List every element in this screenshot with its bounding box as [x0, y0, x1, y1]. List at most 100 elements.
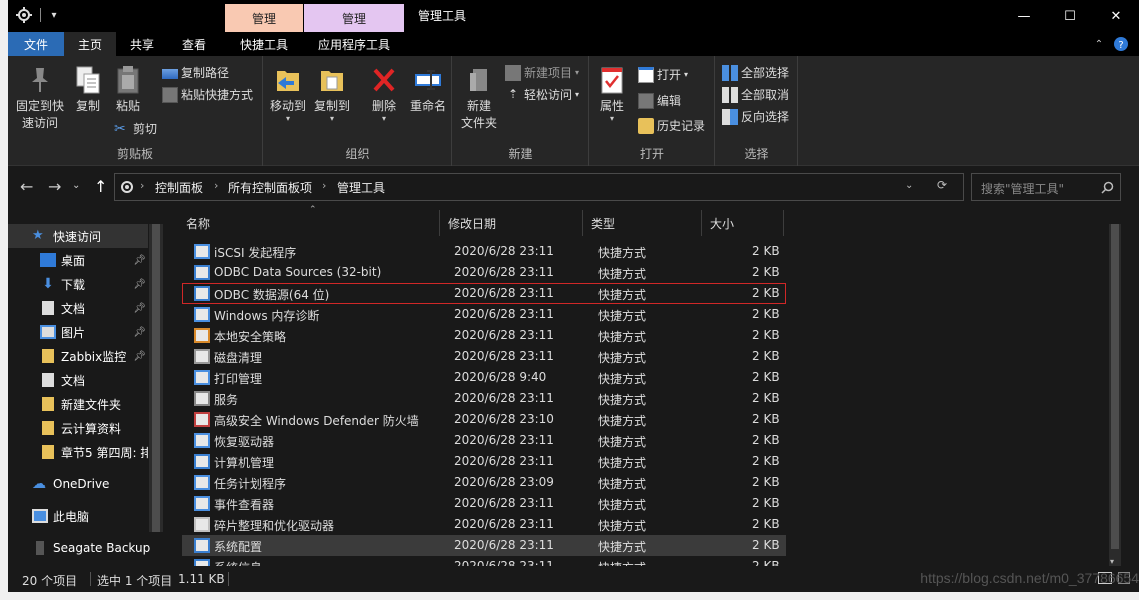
file-row[interactable]: Windows 内存诊断 2020/6/28 23:11 快捷方式 2 KB	[182, 304, 786, 325]
tab-share[interactable]: 共享	[116, 32, 168, 56]
scroll-down-icon[interactable]: ▾	[1110, 557, 1114, 566]
nav-onedrive[interactable]: ☁ OneDrive	[8, 472, 148, 496]
copy-button[interactable]: 复制	[70, 64, 106, 115]
file-row[interactable]: 恢复驱动器 2020/6/28 23:11 快捷方式 2 KB	[182, 430, 786, 451]
file-name: ODBC Data Sources (32-bit)	[214, 265, 382, 279]
paste-button[interactable]: 粘贴	[110, 64, 146, 115]
breadcrumb-control-panel[interactable]: 控制面板	[155, 179, 203, 196]
minimize-button[interactable]: —	[1001, 0, 1047, 32]
delete-button[interactable]: 删除 ▾	[366, 64, 402, 123]
rename-button[interactable]: 重命名	[408, 64, 448, 115]
copy-to-button[interactable]: 复制到 ▾	[312, 64, 352, 123]
file-size: 2 KB	[752, 517, 780, 531]
address-box[interactable]: › 控制面板 › 所有控制面板项 › 管理工具 ⌄ ⟳	[114, 173, 964, 201]
scissors-icon: ✂	[114, 120, 126, 137]
edit-button[interactable]: 编辑	[638, 92, 681, 109]
file-row[interactable]: 任务计划程序 2020/6/28 23:09 快捷方式 2 KB	[182, 472, 786, 493]
close-button[interactable]: ✕	[1093, 0, 1139, 32]
file-size: 2 KB	[752, 244, 780, 258]
properties-button[interactable]: 属性 ▾	[594, 64, 630, 123]
open-icon	[638, 66, 654, 83]
nav-item-cloud[interactable]: 云计算资料	[8, 416, 148, 440]
context-tab-manage-app[interactable]: 管理	[304, 4, 404, 32]
tab-home[interactable]: 主页	[64, 32, 116, 56]
breadcrumb-all-items[interactable]: 所有控制面板项	[228, 179, 312, 196]
collapse-ribbon-icon[interactable]: ⌃	[1088, 32, 1110, 56]
new-folder-button[interactable]: 新建 文件夹	[457, 64, 501, 132]
file-row[interactable]: iSCSI 发起程序 2020/6/28 23:11 快捷方式 2 KB	[182, 241, 786, 262]
qat-customize-icon[interactable]: ▾	[46, 6, 62, 24]
nav-item-zabbix[interactable]: Zabbix监控 📌︎	[8, 344, 148, 368]
pinned-icon: 📌︎	[133, 302, 146, 314]
history-button[interactable]: 历史记录	[638, 117, 705, 134]
tab-view[interactable]: 查看	[168, 32, 220, 56]
nav-scrollbar-thumb[interactable]	[152, 224, 160, 532]
tab-shortcut-tools[interactable]: 快捷工具	[225, 32, 303, 56]
nav-item-downloads[interactable]: ⬇ 下载 📌︎	[8, 272, 148, 296]
file-row[interactable]: 碎片整理和优化驱动器 2020/6/28 23:11 快捷方式 2 KB	[182, 514, 786, 535]
tab-file[interactable]: 文件	[8, 32, 64, 56]
column-header-type[interactable]: 类型	[583, 210, 702, 236]
nav-item-new-folder[interactable]: 新建文件夹	[8, 392, 148, 416]
easy-access-button[interactable]: ⇡ 轻松访问 ▾	[505, 86, 579, 103]
select-all-button[interactable]: 全部选择	[722, 64, 789, 81]
file-row[interactable]: ODBC 数据源(64 位) 2020/6/28 23:11 快捷方式 2 KB	[182, 283, 786, 304]
back-button[interactable]: ←	[20, 177, 33, 196]
maximize-button[interactable]: ☐	[1047, 0, 1093, 32]
shortcut-icon	[194, 496, 210, 511]
file-row[interactable]: 本地安全策略 2020/6/28 23:11 快捷方式 2 KB	[182, 325, 786, 346]
forward-button[interactable]: →	[48, 177, 61, 196]
nav-this-pc[interactable]: 此电脑	[8, 504, 148, 528]
cut-button[interactable]: ✂ 剪切	[114, 120, 157, 137]
file-row[interactable]: 系统配置 2020/6/28 23:11 快捷方式 2 KB	[182, 535, 786, 556]
up-button[interactable]: ↑	[94, 177, 107, 196]
nav-item-chapter5[interactable]: 章节5 第四周: 排	[8, 440, 148, 464]
column-header-size[interactable]: 大小	[702, 210, 784, 236]
refresh-icon[interactable]: ⟳	[937, 178, 947, 192]
file-row[interactable]: 高级安全 Windows Defender 防火墙 2020/6/28 23:10…	[182, 409, 786, 430]
nav-quick-access[interactable]: ★ 快速访问	[8, 224, 148, 248]
breadcrumb-admin-tools[interactable]: 管理工具	[337, 179, 385, 196]
file-row[interactable]: 打印管理 2020/6/28 9:40 快捷方式 2 KB	[182, 367, 786, 388]
nav-item-desktop[interactable]: 桌面 📌︎	[8, 248, 148, 272]
invert-selection-button[interactable]: 反向选择	[722, 108, 789, 125]
file-list-scrollbar[interactable]: ▾	[1109, 224, 1121, 566]
pin-quick-access-button[interactable]: 固定到快 速访问	[14, 64, 66, 132]
file-list-scrollbar-thumb[interactable]	[1111, 224, 1119, 549]
new-item-button[interactable]: 新建项目 ▾	[505, 64, 579, 81]
help-button[interactable]: ?	[1110, 32, 1132, 56]
file-row[interactable]: 磁盘清理 2020/6/28 23:11 快捷方式 2 KB	[182, 346, 786, 367]
nav-scrollbar[interactable]	[149, 224, 163, 532]
file-type: 快捷方式	[598, 519, 647, 533]
select-none-button[interactable]: 全部取消	[722, 86, 789, 103]
recent-locations-button[interactable]: ⌄	[72, 180, 80, 191]
file-row[interactable]: ODBC Data Sources (32-bit) 2020/6/28 23:1…	[182, 262, 786, 283]
open-button[interactable]: 打开 ▾	[638, 66, 688, 83]
nav-this-pc-label: 此电脑	[53, 509, 90, 524]
new-folder-icon	[464, 64, 494, 96]
nav-item-documents[interactable]: 文档 📌︎	[8, 296, 148, 320]
column-header-name[interactable]: 名称	[178, 210, 440, 236]
context-tab-manage-shortcut[interactable]: 管理	[225, 4, 303, 32]
new-group-label: 新建	[508, 147, 533, 161]
search-input[interactable]: 搜索"管理工具"	[971, 173, 1121, 201]
file-row[interactable]: 计算机管理 2020/6/28 23:11 快捷方式 2 KB	[182, 451, 786, 472]
tab-app-tools[interactable]: 应用程序工具	[304, 32, 404, 56]
file-row[interactable]: 事件查看器 2020/6/28 23:11 快捷方式 2 KB	[182, 493, 786, 514]
paste-shortcut-button[interactable]: 粘贴快捷方式	[162, 86, 253, 103]
svg-text:?: ?	[1118, 40, 1123, 51]
nav-item-documents-2[interactable]: 文档	[8, 368, 148, 392]
move-to-button[interactable]: 移动到 ▾	[268, 64, 308, 123]
watermark: https://blog.csdn.net/m0_37786654	[920, 570, 1139, 586]
copy-path-button[interactable]: 复制路径	[162, 64, 229, 81]
copy-path-icon	[162, 68, 178, 79]
nav-seagate[interactable]: Seagate Backup	[8, 536, 158, 560]
address-history-icon[interactable]: ⌄	[905, 180, 913, 191]
title-bar: ▾ 管理 管理 管理工具 — ☐ ✕	[8, 0, 1139, 32]
file-row[interactable]: 服务 2020/6/28 23:11 快捷方式 2 KB	[182, 388, 786, 409]
copy-to-label: 复制到	[313, 99, 350, 113]
nav-item-pictures[interactable]: 图片 📌︎	[8, 320, 148, 344]
control-panel-icon[interactable]	[14, 6, 34, 24]
column-header-date[interactable]: 修改日期	[440, 210, 583, 236]
file-name: 高级安全 Windows Defender 防火墙	[214, 414, 419, 428]
